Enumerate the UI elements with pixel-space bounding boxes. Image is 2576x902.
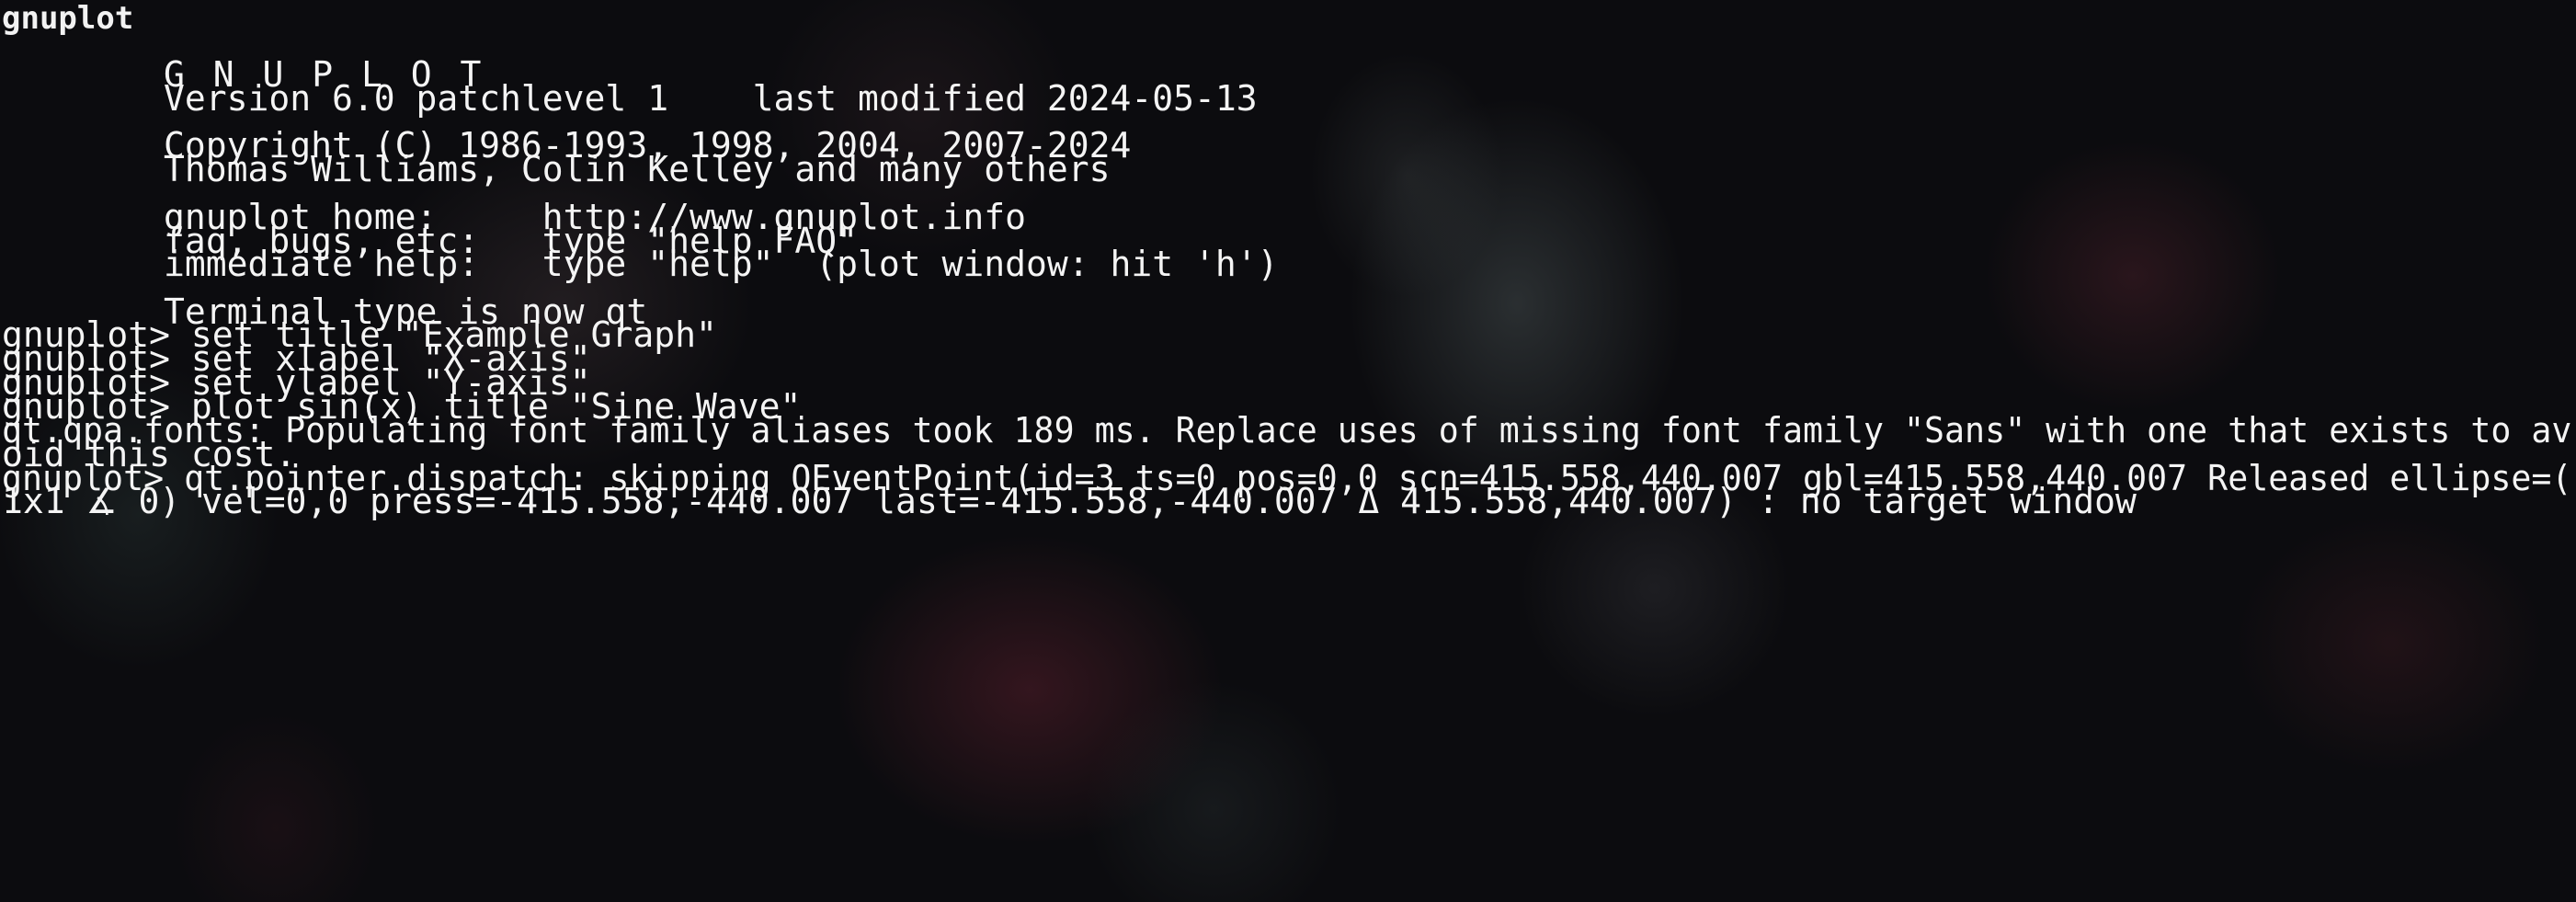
banner-help: immediate help: type "help" (plot window… bbox=[164, 244, 1279, 284]
terminal-window[interactable]: gnuplot G N U P L O T Version 6.0 patchl… bbox=[0, 0, 2576, 902]
output-line: qt.qpa.fonts: Populating font family ali… bbox=[2, 410, 2572, 451]
output-line: 1x1 ∡ 0) vel=0,0 press=-415.558,-440.007… bbox=[2, 481, 2137, 521]
window-title: gnuplot bbox=[2, 0, 134, 37]
banner-version: Version 6.0 patchlevel 1 last modified 2… bbox=[164, 78, 1258, 119]
banner-authors: Thomas Williams, Colin Kelley and many o… bbox=[164, 149, 1111, 189]
